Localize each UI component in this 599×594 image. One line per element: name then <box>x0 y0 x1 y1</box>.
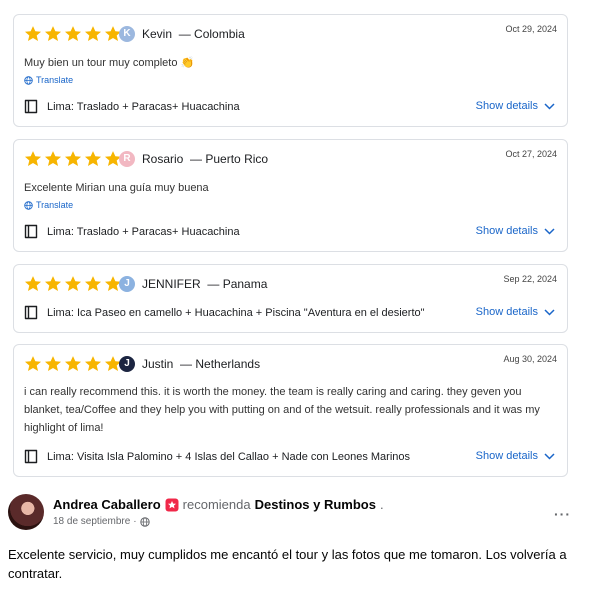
post-date[interactable]: 18 de septiembre <box>53 516 130 527</box>
review-card: J JENNIFER — Panama Sep 22, 2024 Lima: I… <box>13 264 568 333</box>
star-rating <box>24 355 122 373</box>
review-date: Aug 30, 2024 <box>503 354 557 364</box>
more-options-button[interactable]: ··· <box>554 506 571 522</box>
reviewer-separator: — <box>175 27 195 41</box>
tour-name: Lima: Ica Paseo en camello + Huacachina … <box>47 306 425 319</box>
star-icon <box>24 26 42 42</box>
chevron-down-icon <box>544 308 555 316</box>
chevron-down-icon <box>544 227 555 235</box>
chevron-down-icon <box>544 452 555 460</box>
star-icon <box>84 276 102 292</box>
translate-label: Translate <box>36 200 74 210</box>
show-details-label: Show details <box>475 450 538 462</box>
reviewer-name: Rosario <box>142 152 184 166</box>
avatar: K <box>119 26 135 42</box>
reviewer: Rosario — Puerto Rico <box>142 151 268 167</box>
review-card: R Rosario — Puerto Rico Oct 27, 2024 Exc… <box>13 139 568 252</box>
show-details-label: Show details <box>475 100 538 112</box>
show-details-button[interactable]: Show details <box>476 450 555 462</box>
globe-icon <box>139 516 150 527</box>
recommend-verb: recomienda <box>182 497 251 512</box>
reviewer: Justin — Netherlands <box>142 356 260 372</box>
tour-name: Lima: Traslado + Paracas+ Huacachina <box>47 100 240 113</box>
reviewer-country: Colombia <box>194 27 245 41</box>
book-icon <box>24 99 38 114</box>
show-details-button[interactable]: Show details <box>476 100 555 112</box>
avatar: J <box>119 276 135 292</box>
avatar: J <box>119 356 135 372</box>
recommend-badge-icon <box>165 498 179 511</box>
star-icon <box>44 151 62 167</box>
book-icon <box>24 449 38 464</box>
translate-link[interactable]: Translate <box>24 200 73 210</box>
reviewer-separator: — <box>176 357 196 371</box>
star-icon <box>44 26 62 42</box>
meta-separator: · <box>133 516 137 527</box>
review-text: Excelente Mirian una guía muy buena <box>24 182 209 194</box>
post-meta: 18 de septiembre · <box>53 516 150 527</box>
star-icon <box>24 276 42 292</box>
author-name[interactable]: Andrea Caballero <box>53 497 161 512</box>
reviewer-separator: — <box>204 277 223 291</box>
author-avatar[interactable] <box>8 494 44 530</box>
star-rating <box>24 275 122 293</box>
tour-row: Lima: Visita Isla Palomino + 4 Islas del… <box>24 449 410 464</box>
review-date: Oct 29, 2024 <box>505 24 557 34</box>
show-details-button[interactable]: Show details <box>476 225 555 237</box>
star-icon <box>64 26 82 42</box>
post-header: Andrea Caballero recomienda Destinos y R… <box>53 497 384 512</box>
page-suffix: . <box>379 497 384 512</box>
star-icon <box>64 151 82 167</box>
reviewer-country: Netherlands <box>195 357 261 371</box>
book-icon <box>24 305 38 320</box>
avatar: R <box>119 151 135 167</box>
star-rating <box>24 150 122 168</box>
review-text: i can really recommend this. it is worth… <box>24 386 540 434</box>
star-icon <box>44 356 62 372</box>
translate-link[interactable]: Translate <box>24 75 73 85</box>
star-icon <box>24 356 42 372</box>
tour-row: Lima: Ica Paseo en camello + Huacachina … <box>24 305 425 320</box>
star-icon <box>24 151 42 167</box>
show-details-label: Show details <box>475 306 538 318</box>
tour-row: Lima: Traslado + Paracas+ Huacachina <box>24 99 240 114</box>
review-date: Oct 27, 2024 <box>505 149 557 159</box>
globe-icon <box>24 75 33 85</box>
review-card: J Justin — Netherlands Aug 30, 2024 i ca… <box>13 344 568 477</box>
reviewer-country: Panama <box>222 277 268 291</box>
tour-name: Lima: Traslado + Paracas+ Huacachina <box>47 225 240 238</box>
reviewer: JENNIFER — Panama <box>142 276 267 292</box>
review-card: K Kevin — Colombia Oct 29, 2024 Muy bien… <box>13 14 568 127</box>
show-details-label: Show details <box>475 225 538 237</box>
star-icon <box>64 276 82 292</box>
star-icon <box>44 276 62 292</box>
reviewer-name: JENNIFER <box>142 277 201 291</box>
reviewer-name: Kevin <box>142 27 173 41</box>
globe-icon <box>24 200 33 210</box>
book-icon <box>24 224 38 239</box>
star-icon <box>84 151 102 167</box>
reviewer-country: Puerto Rico <box>205 152 269 166</box>
post-text: Excelente servicio, muy cumplidos me enc… <box>8 547 567 581</box>
reviewer-separator: — <box>186 152 206 166</box>
page-name[interactable]: Destinos y Rumbos <box>255 497 376 512</box>
reviewer: Kevin — Colombia <box>142 26 245 42</box>
star-icon <box>84 26 102 42</box>
star-rating <box>24 25 122 43</box>
show-details-button[interactable]: Show details <box>476 306 555 318</box>
chevron-down-icon <box>544 102 555 110</box>
reviewer-name: Justin <box>142 357 174 371</box>
review-date: Sep 22, 2024 <box>503 274 557 284</box>
tour-row: Lima: Traslado + Paracas+ Huacachina <box>24 224 240 239</box>
review-text: Muy bien un tour muy completo 👏 <box>24 57 195 69</box>
translate-label: Translate <box>36 75 74 85</box>
tour-name: Lima: Visita Isla Palomino + 4 Islas del… <box>47 450 410 463</box>
star-icon <box>84 356 102 372</box>
star-icon <box>64 356 82 372</box>
